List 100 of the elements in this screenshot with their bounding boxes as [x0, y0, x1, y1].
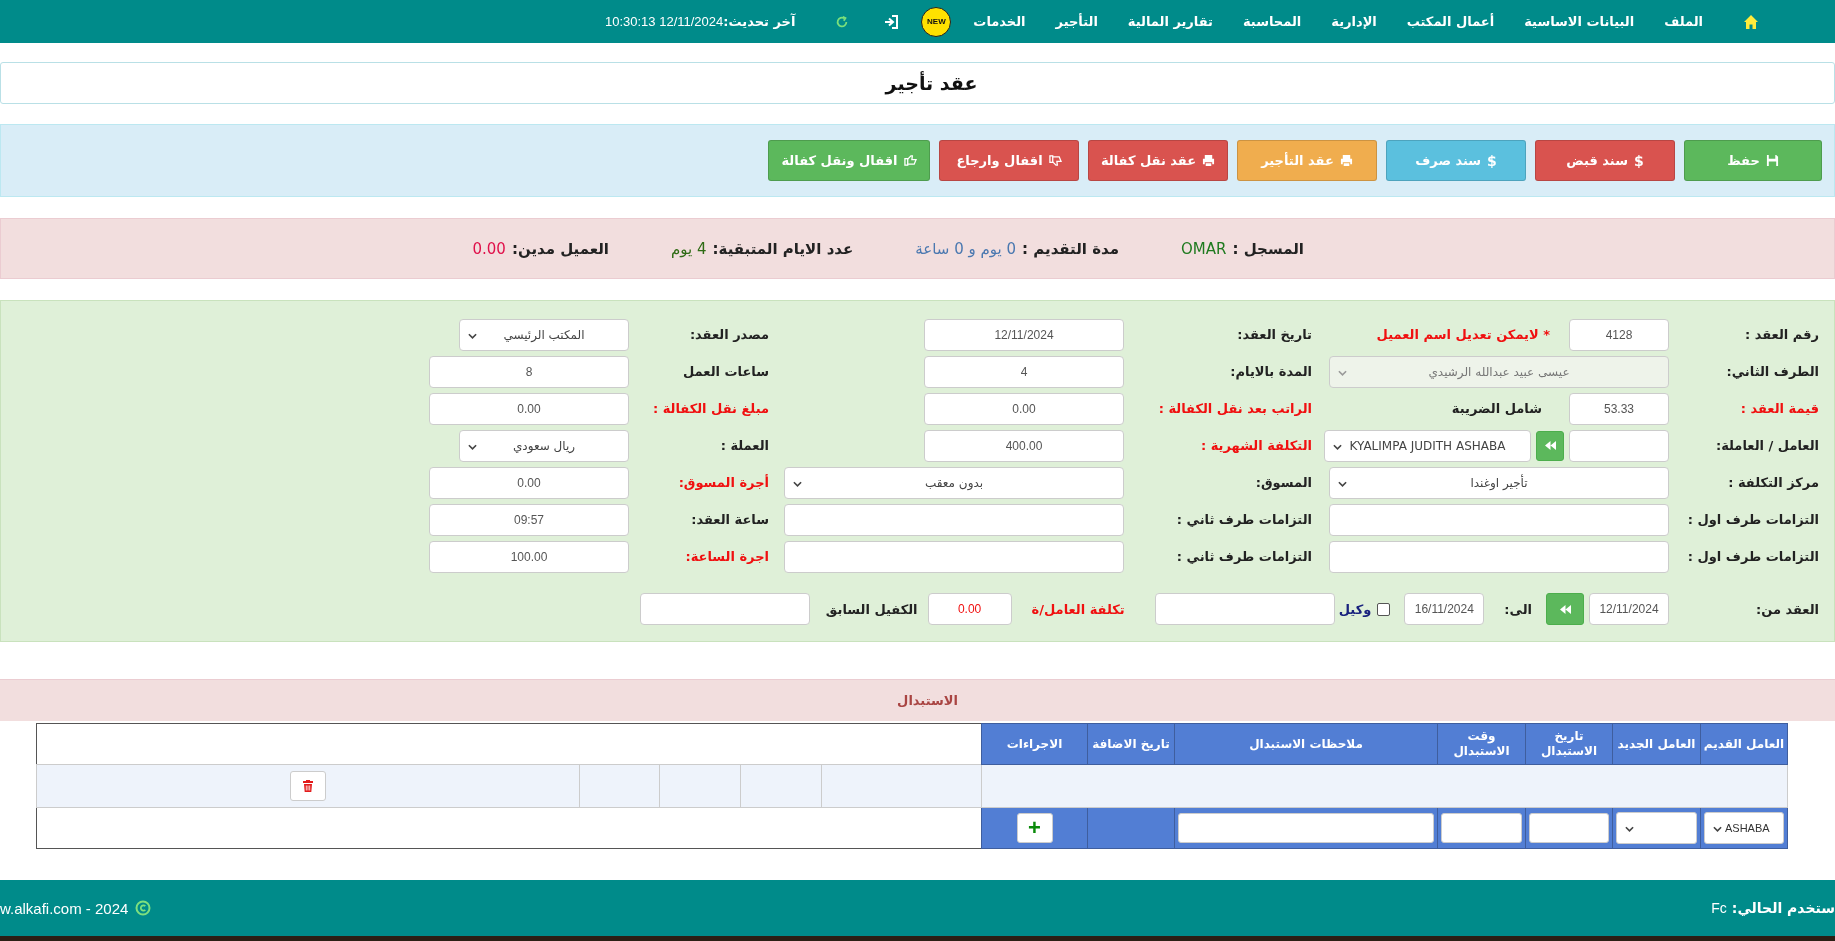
column-header: تاريخ الاستبدال	[1525, 723, 1613, 765]
input-field[interactable]: 0.00	[927, 593, 1012, 625]
input-field[interactable]: 0.00	[924, 392, 1124, 425]
column-header: الاجراءات	[981, 723, 1088, 765]
input-field[interactable]: 100.00	[429, 540, 629, 573]
chevron-icon	[793, 480, 802, 487]
thumbs-up-icon	[903, 154, 917, 167]
field-label: الطرف الثاني:	[1725, 364, 1819, 379]
chevron-icon	[1338, 369, 1347, 376]
field-label: ساعات العمل	[682, 364, 770, 379]
column-header: وقت الاستبدال	[1437, 723, 1526, 765]
field-label: تكلفة العامل/ة	[1031, 601, 1125, 617]
checkbox-label: وكيل	[1338, 601, 1372, 617]
chevron-icon	[468, 332, 477, 339]
info-label: المسجل :	[1232, 239, 1304, 258]
select-field[interactable]	[1616, 812, 1697, 844]
current-user-label: ستخدم الحالي:	[1731, 900, 1835, 916]
input-field[interactable]: 12/11/2024	[1589, 593, 1669, 625]
copyright-icon	[135, 900, 152, 916]
field-label: العملة :	[719, 438, 770, 453]
input-field[interactable]	[784, 503, 1124, 536]
select-field[interactable]: بدون معقب	[784, 466, 1124, 499]
nav-menu-item[interactable]: الخدمات	[973, 14, 1026, 29]
double-arrow-icon	[1543, 440, 1557, 451]
input-field[interactable]: 400.00	[924, 429, 1124, 462]
field-label: العامل / العاملة:	[1715, 438, 1819, 453]
action-button[interactable]: اقفال وارجاع	[939, 140, 1079, 181]
info-value: 0.00	[472, 239, 506, 258]
nav-menu-item[interactable]: الملف	[1664, 14, 1703, 29]
input-field[interactable]	[1569, 429, 1669, 462]
select-field[interactable]: تأجير اوغندا	[1329, 466, 1669, 499]
chevron-icon	[1625, 826, 1634, 832]
nav-menu-item[interactable]: أعمال المكتب	[1406, 14, 1495, 29]
input-field[interactable]	[1329, 503, 1669, 536]
select-field[interactable]: ASHABA	[1704, 812, 1784, 844]
input-field[interactable]: 4	[924, 355, 1124, 388]
field-label: مصدر العقد:	[688, 327, 770, 342]
input-field[interactable]: 8	[429, 355, 629, 388]
nav-menu-item[interactable]: المحاسبة	[1242, 14, 1302, 29]
copyright-text: w.alkafi.com - 2024	[0, 899, 129, 917]
column-header: ملاحظات الاستبدال	[1174, 723, 1438, 765]
input-field[interactable]	[784, 540, 1124, 573]
input-field[interactable]: 09:57	[429, 503, 629, 536]
input-field[interactable]	[639, 593, 810, 625]
field-label: ساعة العقد:	[690, 512, 770, 527]
logout-icon[interactable]	[883, 13, 900, 30]
nav-menu-item[interactable]: الإدارية	[1331, 14, 1377, 29]
last-update-time: 12/11/2024 10:30:13	[604, 14, 724, 29]
input-field[interactable]	[1441, 813, 1522, 843]
field-label: الراتب بعد نقل الكفالة :	[1157, 401, 1313, 416]
nav-menu-item[interactable]: البيانات الاساسية	[1524, 14, 1635, 29]
input-field[interactable]	[1154, 593, 1335, 625]
input-field[interactable]	[1178, 813, 1434, 843]
chevron-icon	[1713, 826, 1722, 832]
printer-icon	[1339, 154, 1353, 167]
trash-icon	[302, 779, 314, 793]
info-label: مدة التقديم :	[1022, 239, 1120, 258]
agent-checkbox[interactable]	[1377, 602, 1391, 616]
last-update-label: آخر تحديث:	[723, 14, 796, 29]
input-field[interactable]: 0.00	[429, 392, 629, 425]
printer-icon	[1202, 154, 1216, 167]
thumbs-down-icon	[1048, 154, 1062, 167]
input-field[interactable]	[1529, 813, 1609, 843]
info-value: 4 يوم	[671, 239, 707, 258]
select-field[interactable]: المكتب الرئيسي	[459, 318, 629, 351]
field-label: تاريخ العقد:	[1236, 327, 1313, 342]
action-button[interactable]: $ سند قبض	[1535, 140, 1675, 181]
chevron-icon	[1338, 480, 1347, 487]
refresh-icon[interactable]	[835, 14, 850, 29]
field-label: التكلفة الشهرية :	[1200, 438, 1313, 453]
input-field[interactable]: 16/11/2024	[1404, 593, 1485, 625]
new-badge[interactable]: NEW	[921, 6, 952, 37]
select-field[interactable]: ريال سعودي	[459, 429, 629, 462]
delete-button[interactable]	[290, 771, 326, 801]
input-field[interactable]: 53.33	[1569, 392, 1669, 425]
nav-menu-item[interactable]: تقارير المالية	[1127, 14, 1213, 29]
add-button[interactable]: +	[1016, 813, 1053, 843]
section-title: الاستبدال	[897, 693, 958, 708]
field-label: قيمة العقد :	[1739, 401, 1819, 416]
field-label: التزامات طرف اول :	[1686, 549, 1819, 564]
info-value: 0 يوم و 0 ساعة	[915, 239, 1017, 258]
input-field[interactable]: 4128	[1569, 318, 1669, 351]
home-icon[interactable]	[1743, 13, 1759, 30]
input-field[interactable]	[1329, 540, 1669, 573]
input-field[interactable]: 12/11/2024	[924, 318, 1124, 351]
field-label: أجرة المسوق:	[677, 475, 770, 490]
info-label: العميل مدين:	[511, 239, 609, 258]
field-label: اجرة الساعة:	[684, 549, 770, 564]
field-label: التزامات طرف اول :	[1686, 512, 1819, 527]
column-header: العامل الجديد	[1612, 723, 1701, 765]
backward-button[interactable]	[1546, 593, 1584, 625]
backward-button[interactable]	[1536, 430, 1564, 461]
nav-menu-item[interactable]: التأجير	[1055, 14, 1098, 29]
select-field[interactable]: KYALIMPA JUDITH ASHABA	[1324, 429, 1531, 462]
page-title: عقد تأجير	[885, 72, 978, 94]
chevron-icon	[468, 443, 477, 450]
info-value: OMAR	[1181, 239, 1227, 258]
action-button[interactable]: عقد نقل كفالة	[1088, 140, 1228, 181]
double-arrow-icon	[1558, 603, 1572, 615]
input-field[interactable]: 0.00	[429, 466, 629, 499]
